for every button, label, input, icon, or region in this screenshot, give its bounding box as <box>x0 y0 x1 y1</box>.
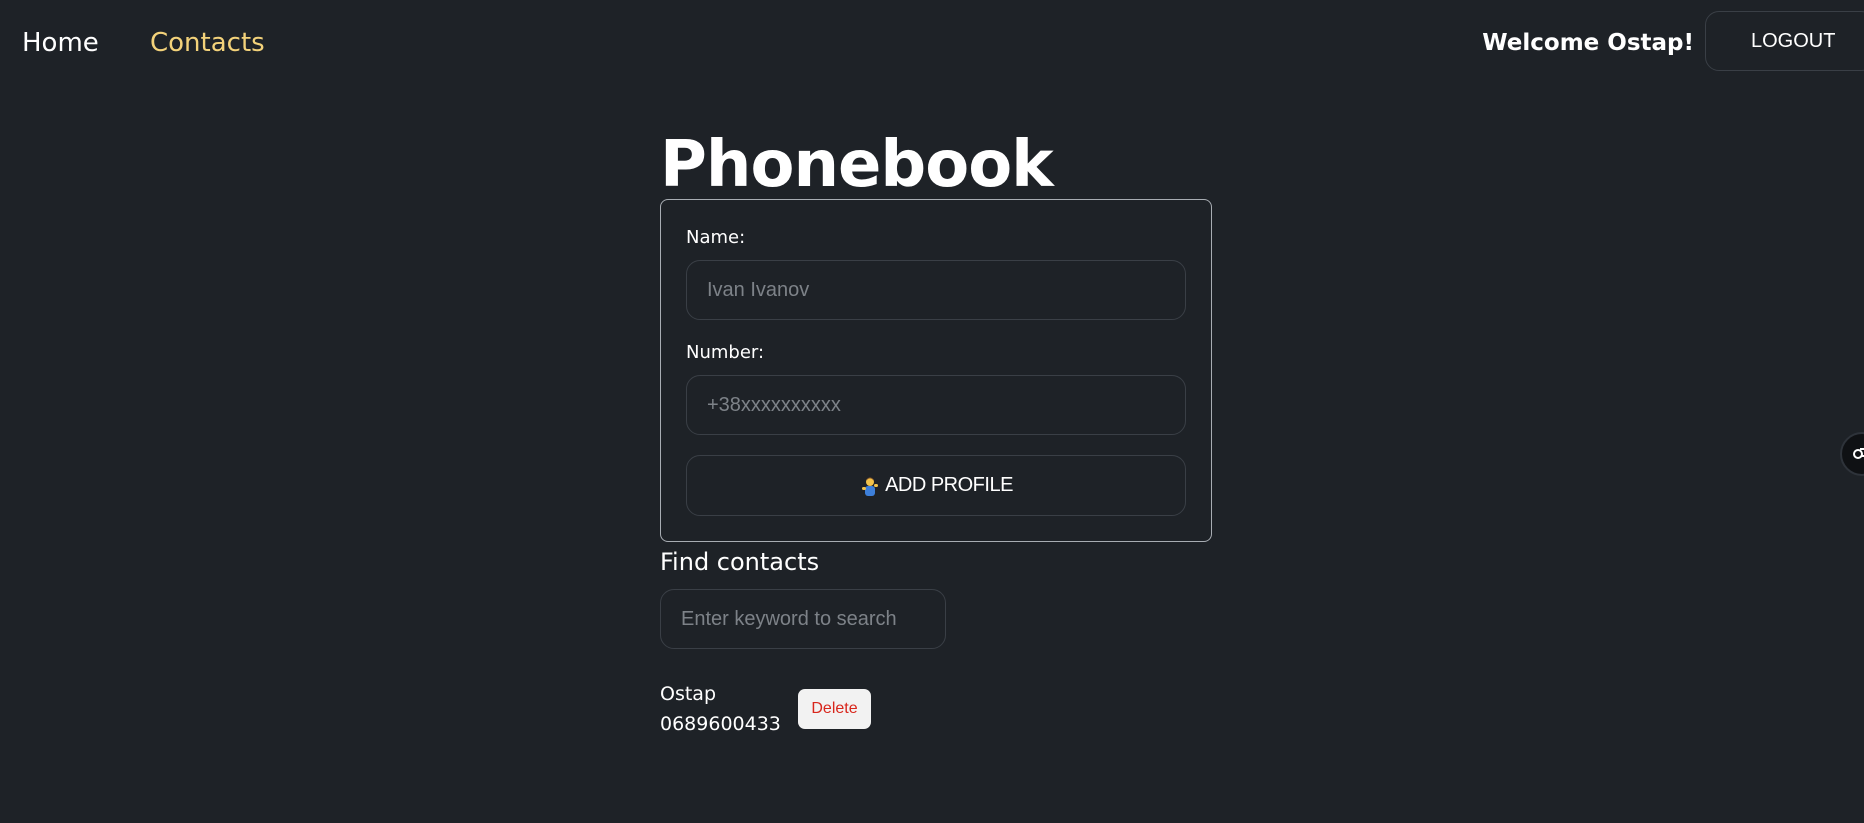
nav-link-contacts[interactable]: Contacts <box>150 26 265 60</box>
number-label: Number: <box>686 342 765 363</box>
welcome-text: Welcome Ostap! <box>1482 30 1694 56</box>
floating-widget-button[interactable] <box>1840 432 1864 476</box>
add-contact-form: Name: Number: ADD PROFILE <box>660 199 1212 542</box>
delete-button[interactable]: Delete <box>798 689 871 729</box>
name-input[interactable] <box>686 260 1186 320</box>
logout-button[interactable]: LOGOUT <box>1705 11 1864 71</box>
list-item: Ostap 0689600433 Delete <box>660 681 960 741</box>
add-profile-button[interactable]: ADD PROFILE <box>686 455 1186 516</box>
find-contacts-title: Find contacts <box>660 548 820 576</box>
toggle-icon <box>1853 448 1864 459</box>
add-profile-label: ADD PROFILE <box>885 474 1013 496</box>
number-input[interactable] <box>686 375 1186 435</box>
search-input[interactable] <box>660 589 946 649</box>
person-tipping-hand-icon <box>859 475 881 497</box>
contact-name: Ostap <box>660 683 717 705</box>
contact-number: 0689600433 <box>660 713 781 735</box>
name-label: Name: <box>686 227 746 248</box>
top-nav: Home Contacts Welcome Ostap! LOGOUT <box>0 0 1864 86</box>
page-title: Phonebook <box>660 128 1054 202</box>
nav-link-home[interactable]: Home <box>22 26 99 60</box>
